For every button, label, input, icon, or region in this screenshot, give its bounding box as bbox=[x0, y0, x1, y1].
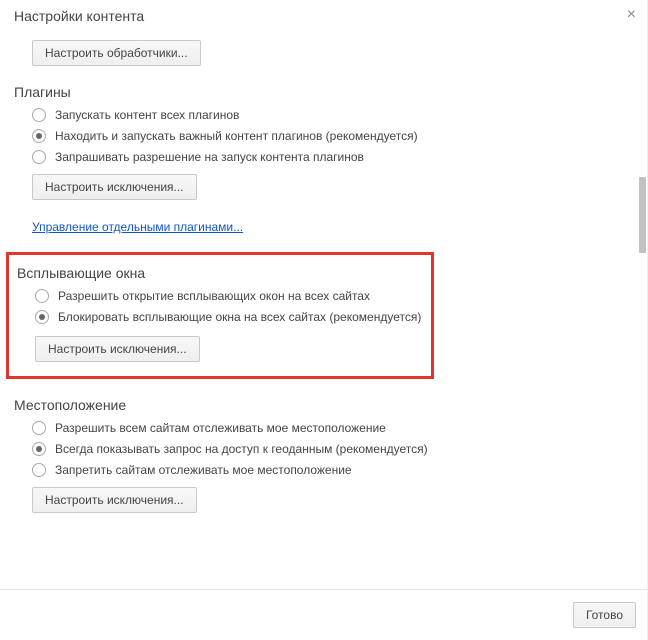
radio-label: Запускать контент всех плагинов bbox=[55, 108, 239, 122]
popups-highlight: Всплывающие окна Разрешить открытие вспл… bbox=[6, 252, 434, 379]
radio-icon bbox=[32, 442, 46, 456]
content-area: Настроить обработчики... Плагины Запуска… bbox=[0, 30, 634, 588]
section-title-plugins: Плагины bbox=[14, 84, 634, 100]
manage-plugins-link[interactable]: Управление отдельными плагинами... bbox=[32, 220, 243, 234]
radio-icon bbox=[35, 310, 49, 324]
radio-icon bbox=[32, 150, 46, 164]
popups-exceptions-button[interactable]: Настроить исключения... bbox=[35, 336, 200, 362]
location-option-allow[interactable]: Разрешить всем сайтам отслеживать мое ме… bbox=[32, 421, 634, 435]
plugins-option-run-all[interactable]: Запускать контент всех плагинов bbox=[32, 108, 634, 122]
section-title-popups: Всплывающие окна bbox=[17, 265, 423, 281]
radio-label: Находить и запускать важный контент плаг… bbox=[55, 129, 418, 143]
radio-label: Запрашивать разрешение на запуск контент… bbox=[55, 150, 364, 164]
radio-icon bbox=[35, 289, 49, 303]
divider bbox=[0, 589, 647, 590]
location-exceptions-button[interactable]: Настроить исключения... bbox=[32, 487, 197, 513]
radio-icon bbox=[32, 129, 46, 143]
radio-label: Запретить сайтам отслеживать мое местопо… bbox=[55, 463, 352, 477]
configure-handlers-button[interactable]: Настроить обработчики... bbox=[32, 40, 201, 66]
plugins-option-ask[interactable]: Запрашивать разрешение на запуск контент… bbox=[32, 150, 634, 164]
scrollbar-track[interactable] bbox=[638, 37, 646, 588]
radio-icon bbox=[32, 108, 46, 122]
radio-label: Всегда показывать запрос на доступ к гео… bbox=[55, 442, 428, 456]
popups-option-allow[interactable]: Разрешить открытие всплывающих окон на в… bbox=[35, 289, 423, 303]
plugins-option-detect-important[interactable]: Находить и запускать важный контент плаг… bbox=[32, 129, 634, 143]
page-title: Настройки контента bbox=[14, 8, 144, 24]
plugins-exceptions-button[interactable]: Настроить исключения... bbox=[32, 174, 197, 200]
radio-label: Блокировать всплывающие окна на всех сай… bbox=[58, 310, 421, 324]
radio-icon bbox=[32, 463, 46, 477]
radio-icon bbox=[32, 421, 46, 435]
location-option-block[interactable]: Запретить сайтам отслеживать мое местопо… bbox=[32, 463, 634, 477]
scrollbar-thumb[interactable] bbox=[639, 177, 646, 253]
radio-label: Разрешить всем сайтам отслеживать мое ме… bbox=[55, 421, 386, 435]
radio-label: Разрешить открытие всплывающих окон на в… bbox=[58, 289, 370, 303]
close-icon[interactable]: × bbox=[627, 6, 636, 24]
popups-option-block[interactable]: Блокировать всплывающие окна на всех сай… bbox=[35, 310, 423, 324]
done-button[interactable]: Готово bbox=[573, 602, 636, 628]
location-option-ask[interactable]: Всегда показывать запрос на доступ к гео… bbox=[32, 442, 634, 456]
section-title-location: Местоположение bbox=[14, 397, 634, 413]
